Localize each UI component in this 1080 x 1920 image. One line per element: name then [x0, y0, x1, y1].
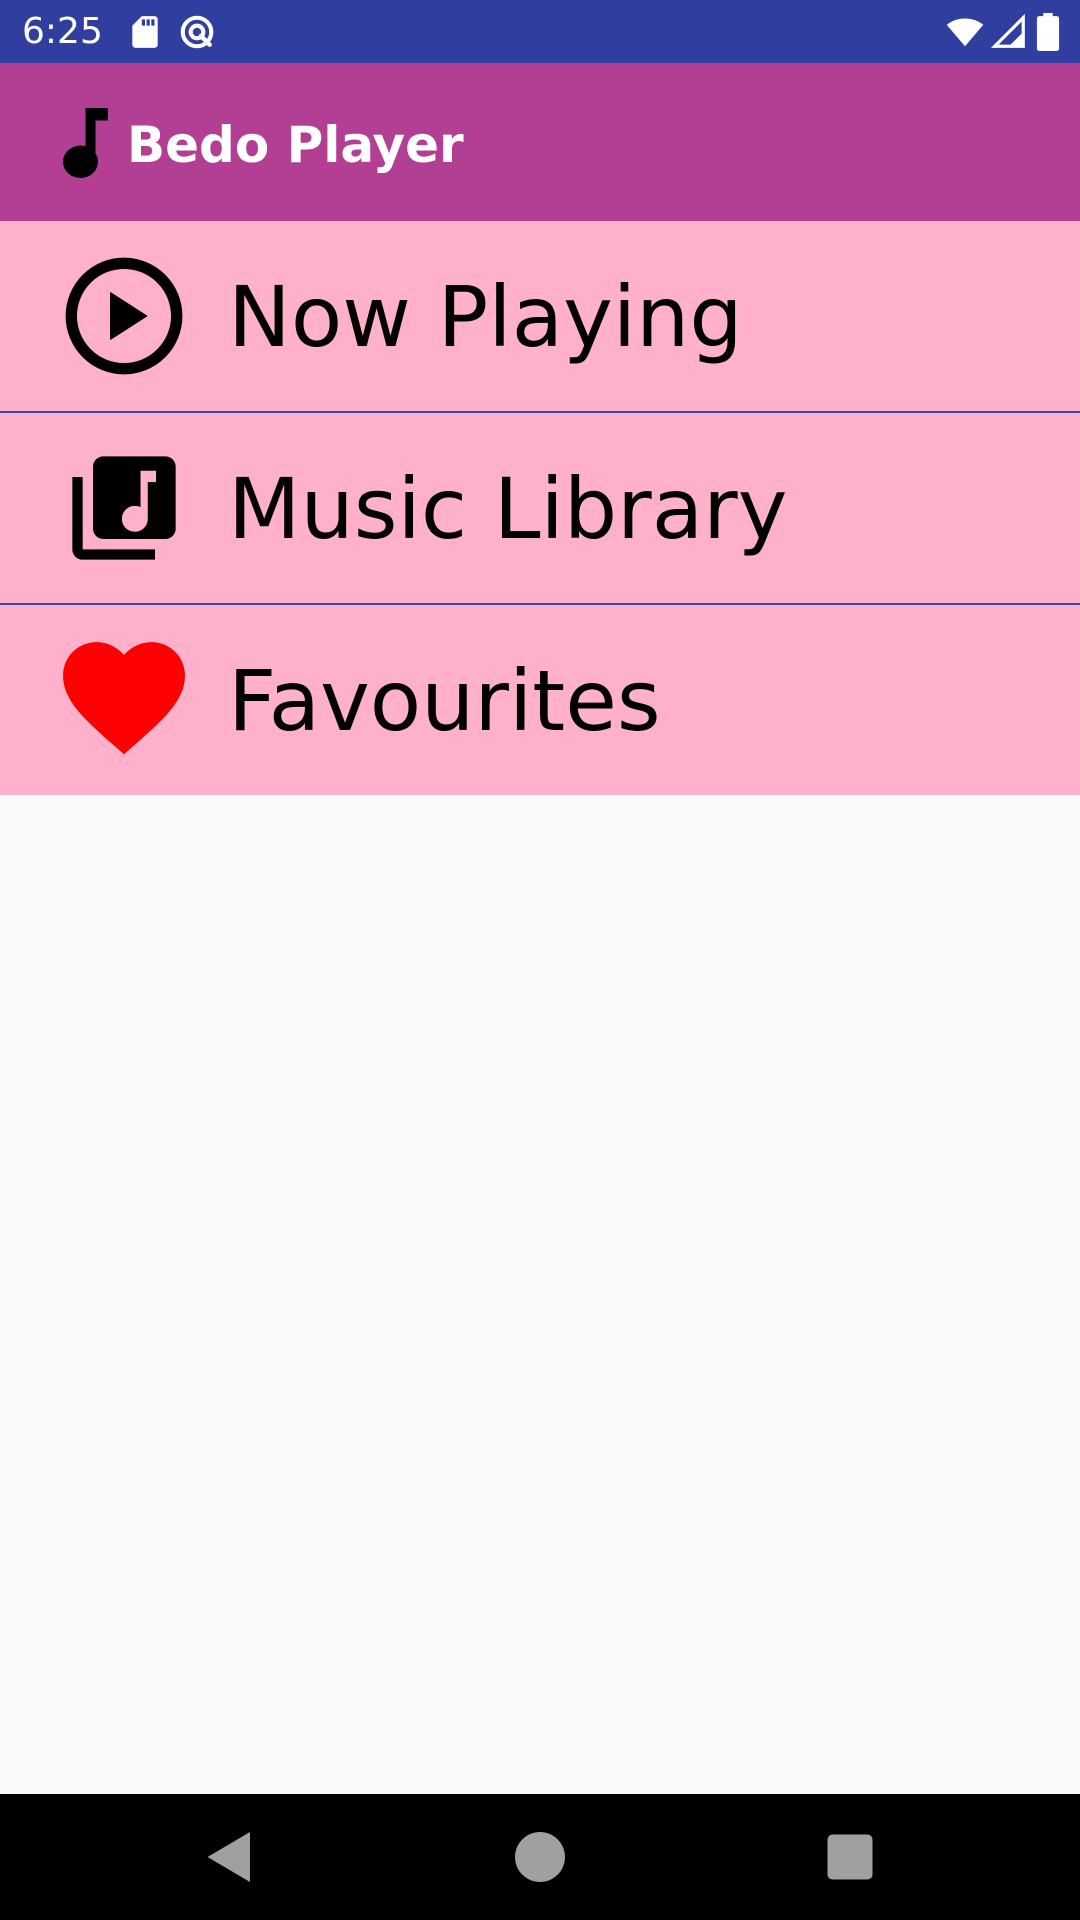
- wifi-icon: [946, 18, 984, 47]
- app-title: Bedo Player: [127, 116, 464, 174]
- recents-icon[interactable]: [820, 1827, 880, 1887]
- sync-icon: [180, 15, 214, 49]
- menu-item-favourites[interactable]: Favourites: [0, 605, 1080, 795]
- menu-item-label: Favourites: [228, 652, 661, 750]
- play-circle-icon: [65, 257, 183, 375]
- music-note-icon: [63, 108, 108, 178]
- status-time: 6:25: [22, 11, 103, 52]
- menu-item-music-library[interactable]: Music Library: [0, 413, 1080, 603]
- back-icon[interactable]: [200, 1827, 260, 1887]
- menu-item-label: Music Library: [228, 460, 788, 558]
- home-icon[interactable]: [510, 1827, 570, 1887]
- music-library-icon: [72, 456, 176, 560]
- heart-icon: [63, 642, 185, 755]
- menu-item-now-playing[interactable]: Now Playing: [0, 221, 1080, 411]
- sd-card-icon: [132, 16, 158, 48]
- screen: 6:25 Bedo Player Now Playing Music Libra…: [0, 0, 1080, 1920]
- battery-icon: [1036, 13, 1060, 51]
- menu-list: Now Playing Music Library Favourites: [0, 221, 1080, 795]
- status-bar: 6:25: [0, 0, 1080, 63]
- cell-signal-icon: [990, 13, 1025, 48]
- app-bar: Bedo Player: [0, 63, 1080, 221]
- nav-bar: [0, 1794, 1080, 1920]
- menu-item-label: Now Playing: [228, 268, 743, 366]
